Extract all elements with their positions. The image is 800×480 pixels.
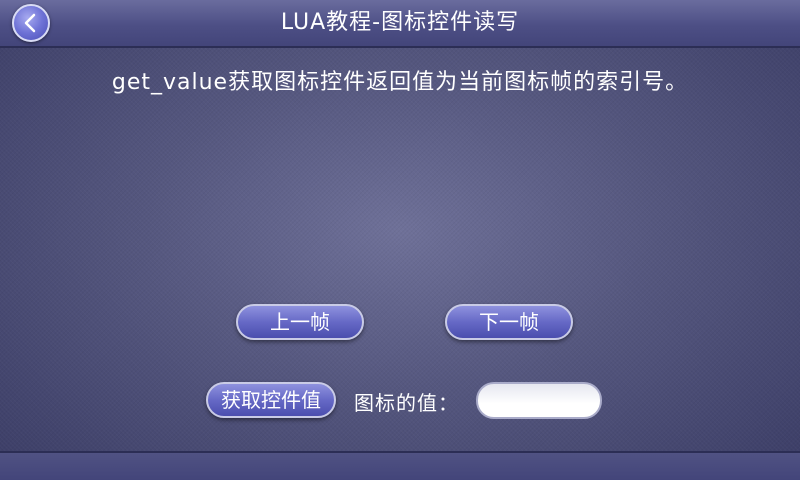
get-value-button[interactable]: 获取控件值: [206, 382, 336, 418]
title-bar: LUA教程-图标控件读写: [0, 0, 800, 48]
icon-value-label: 图标的值：: [354, 391, 459, 415]
icon-value-field[interactable]: [476, 382, 602, 419]
description-text: get_value获取图标控件返回值为当前图标帧的索引号。: [111, 70, 689, 95]
next-frame-button[interactable]: 下一帧: [445, 304, 573, 340]
prev-frame-button[interactable]: 上一帧: [236, 304, 364, 340]
footer-bar: [0, 451, 800, 480]
page-title: LUA教程-图标控件读写: [280, 10, 520, 35]
